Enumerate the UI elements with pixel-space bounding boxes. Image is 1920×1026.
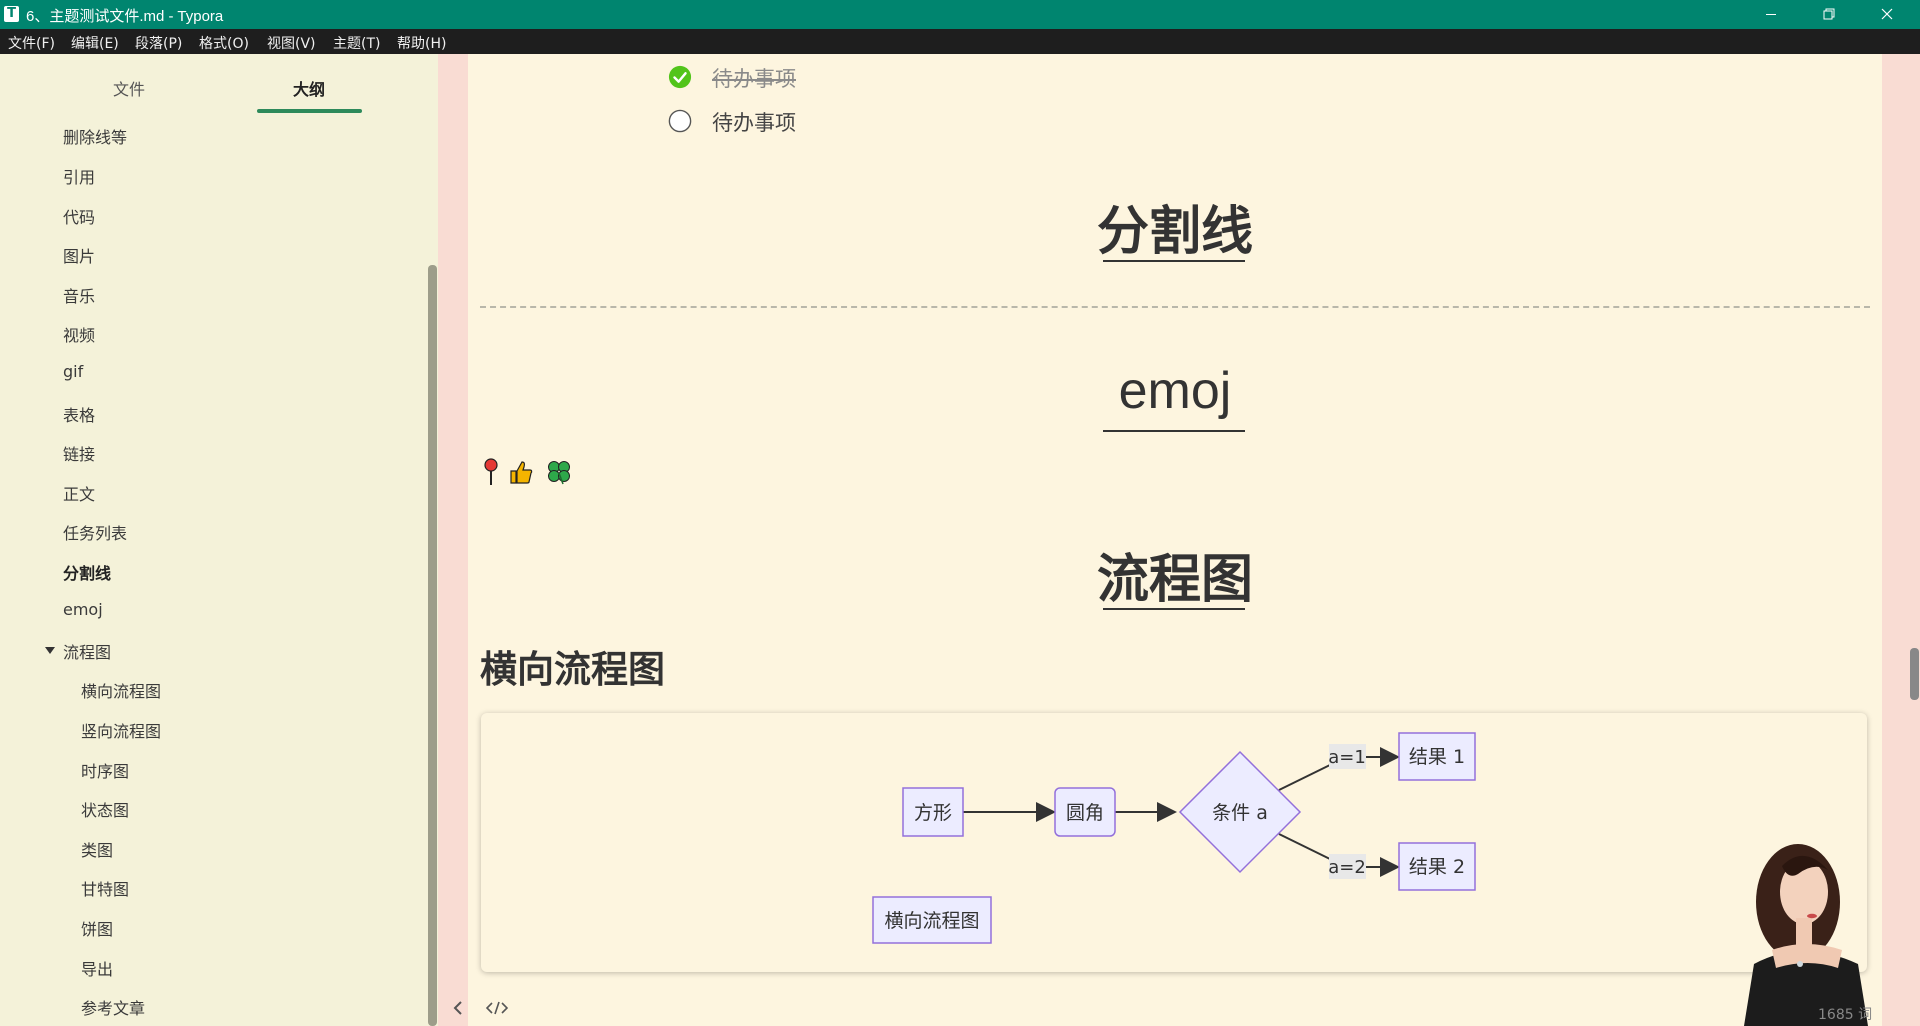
flow-node-label: 条件 a [1212,802,1268,824]
tab-outline[interactable]: 大纲 [254,76,364,100]
outline-item[interactable]: 正文 [63,481,95,505]
flow-node-label: 结果 1 [1409,746,1465,768]
outline-item[interactable]: gif [63,362,83,381]
toggle-sidebar-chevron-left-icon[interactable] [450,1000,466,1016]
avatar-image [1744,844,1868,1026]
outline-subitem[interactable]: 时序图 [81,758,129,782]
outline-subitem[interactable]: 类图 [81,837,113,861]
menu-view[interactable]: 视图(V) [267,33,316,53]
outline-item[interactable]: 任务列表 [63,520,127,544]
restore-button[interactable] [1800,0,1858,29]
flow-edge [1278,763,1333,791]
sidebar-scrollbar[interactable] [428,265,437,1026]
document-area[interactable]: 待办事项 待办事项 分割线 emoj 流程图 横向流程图 方形 圆角 条件 a … [468,54,1882,1026]
outline-item[interactable]: 音乐 [63,283,95,307]
close-button[interactable] [1858,0,1916,29]
flow-node-label: 方形 [914,802,952,824]
source-code-mode-icon[interactable] [486,1000,508,1016]
outline-item[interactable]: 流程图 [63,639,111,663]
heading-underline [1103,608,1245,610]
edge-label: a=1 [1328,747,1366,768]
outline-subitem[interactable]: 竖向流程图 [81,718,161,742]
heading-flowchart: 流程图 [1096,550,1253,610]
collapse-caret-icon[interactable] [45,647,55,654]
outline-item[interactable]: 表格 [63,402,95,426]
menu-theme[interactable]: 主题(T) [333,33,380,53]
menu-format[interactable]: 格式(O) [199,33,249,53]
task-label: 待办事项 [712,111,796,135]
outline-item-active[interactable]: 分割线 [63,560,111,584]
outline-item[interactable]: 引用 [63,164,95,188]
menu-bar: 文件(F) 编辑(E) 段落(P) 格式(O) 视图(V) 主题(T) 帮助(H… [0,29,1920,54]
flow-node-label: 圆角 [1066,802,1104,824]
outline-item[interactable]: 代码 [63,204,95,228]
flowchart-diagram: 方形 圆角 条件 a a=1 a=2 结果 1 结果 2 横向流程图 [872,732,1476,944]
heading-underline [1103,260,1245,262]
menu-edit[interactable]: 编辑(E) [71,33,119,53]
window-title: 6、主题测试文件.md - Typora [26,8,224,25]
menu-help[interactable]: 帮助(H) [397,33,446,53]
flow-node-label: 结果 2 [1409,856,1465,878]
typora-app-icon: T [4,6,19,22]
flowchart-caption: 横向流程图 [884,910,979,932]
outline-item[interactable]: emoj [63,600,103,619]
horizontal-rule [480,306,1870,308]
flowchart-container[interactable]: 方形 圆角 条件 a a=1 a=2 结果 1 结果 2 横向流程图 [481,713,1867,972]
outline-item[interactable]: 链接 [63,441,95,465]
minimize-icon [1766,14,1776,15]
flow-edge [1278,833,1333,861]
edge-label: a=2 [1328,857,1366,878]
task-label: 待办事项 [712,67,796,91]
outline-item[interactable]: 删除线等 [63,124,127,148]
outline-subitem[interactable]: 导出 [81,956,113,980]
menu-paragraph[interactable]: 段落(P) [135,33,182,53]
outline-subitem[interactable]: 状态图 [81,797,129,821]
checked-circle-icon[interactable] [668,65,692,89]
active-tab-indicator [257,109,362,113]
title-bar: T 6、主题测试文件.md - Typora [0,0,1920,29]
tab-files[interactable]: 文件 [74,76,184,100]
pushpin-icon [484,458,498,485]
unchecked-circle-icon[interactable] [668,109,692,133]
minimize-button[interactable] [1742,0,1800,29]
outline-subitem[interactable]: 参考文章 [81,995,145,1019]
word-count[interactable]: 1685 词 [1818,1004,1872,1024]
outline-subitem[interactable]: 饼图 [81,916,113,940]
right-gutter [1882,54,1920,1026]
outline-subitem[interactable]: 甘特图 [81,876,129,900]
document-scrollbar[interactable] [1910,648,1919,700]
four-leaf-clover-icon [548,461,570,485]
heading-emoji: emoj [1118,362,1232,420]
outline-item[interactable]: 视频 [63,322,95,346]
menu-file[interactable]: 文件(F) [8,33,55,53]
subheading-horizontal-flowchart: 横向流程图 [480,648,665,691]
outline-item[interactable]: 图片 [63,243,95,267]
heading-underline [1103,430,1245,432]
thumbs-up-icon [510,461,533,484]
outline-subitem[interactable]: 横向流程图 [81,678,161,702]
left-gutter [438,54,468,1026]
sidebar: 文件 大纲 删除线等 引用 代码 图片 音乐 视频 gif 表格 链接 正文 任… [0,54,438,1026]
close-icon [1881,8,1893,20]
heading-divider: 分割线 [1096,202,1253,262]
restore-icon [1823,8,1835,20]
